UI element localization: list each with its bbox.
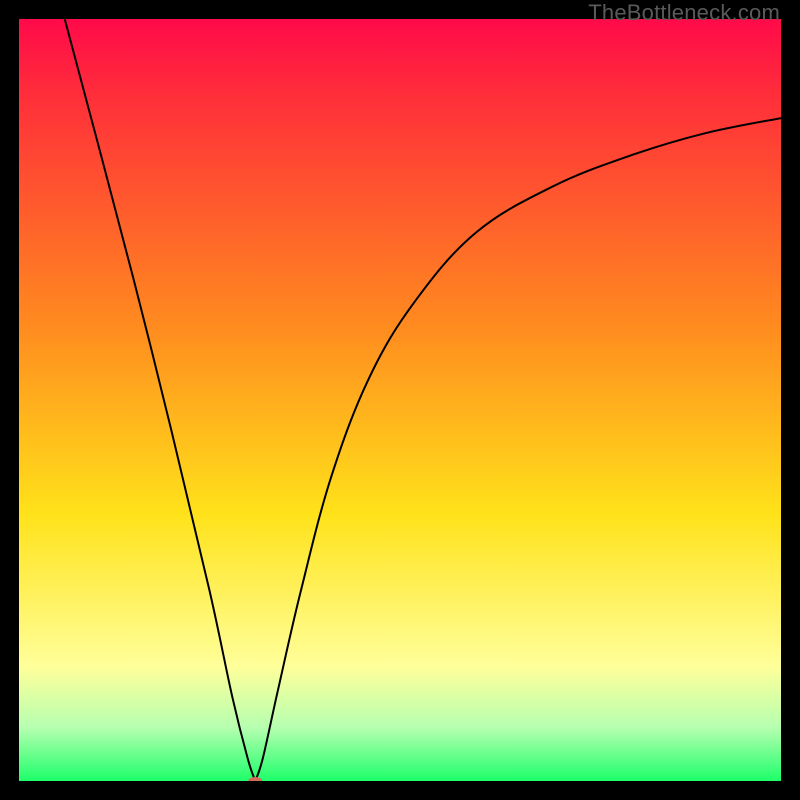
- bottleneck-chart: [19, 19, 781, 781]
- gradient-background: [19, 19, 781, 781]
- chart-frame: [19, 19, 781, 781]
- watermark-label: TheBottleneck.com: [588, 0, 780, 26]
